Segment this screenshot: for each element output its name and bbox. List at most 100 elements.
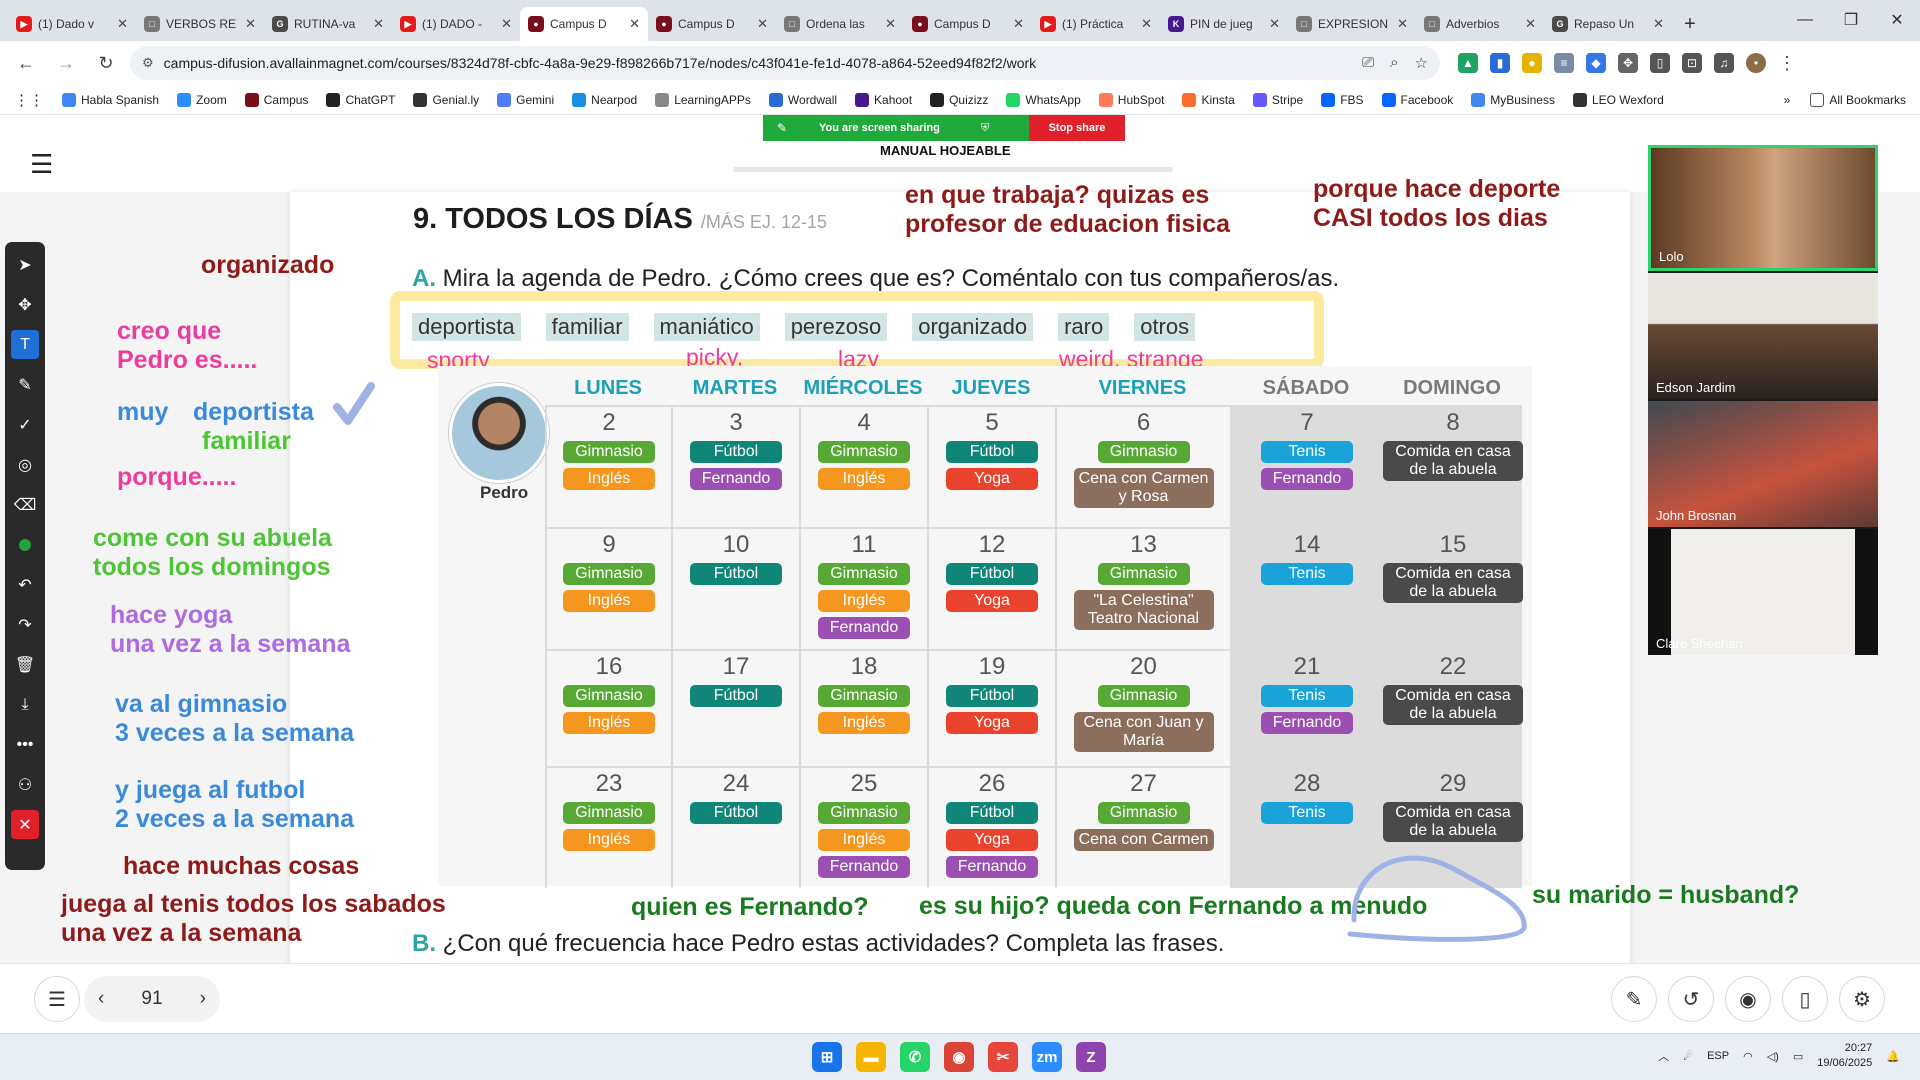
tab-close-icon[interactable]: ✕: [117, 16, 128, 32]
apps-grid-icon[interactable]: ⋮⋮: [14, 91, 44, 109]
redo-tool-icon[interactable]: ↷: [11, 610, 39, 639]
browser-tab[interactable]: □ Adverbios ✕: [1416, 7, 1544, 41]
browser-tab[interactable]: ▶ (1) Dado v ✕: [8, 7, 136, 41]
notes-button[interactable]: ✎: [1611, 976, 1657, 1022]
delete-extension-icon[interactable]: ▯: [1650, 53, 1670, 73]
start-icon[interactable]: ⊞: [812, 1042, 842, 1072]
clock[interactable]: 20:27 19/06/2025: [1817, 1041, 1872, 1071]
language-indicator[interactable]: ESP: [1707, 1050, 1729, 1062]
restore-button[interactable]: ❐: [1828, 0, 1874, 40]
browser-tab[interactable]: ● Campus D ✕: [520, 7, 648, 41]
whatsapp-icon[interactable]: ✆: [900, 1042, 930, 1072]
bookmark-item[interactable]: Genial.ly: [413, 92, 479, 107]
file-explorer-icon[interactable]: ▬: [856, 1042, 886, 1072]
view-button[interactable]: ◉: [1725, 976, 1771, 1022]
bookmark-item[interactable]: Campus: [244, 92, 308, 107]
minimize-button[interactable]: —: [1782, 0, 1828, 40]
bookmark-item[interactable]: FBS: [1321, 92, 1364, 107]
browser-tab[interactable]: □ EXPRESION ✕: [1288, 7, 1416, 41]
zoom-icon[interactable]: zm: [1032, 1042, 1062, 1072]
tab-close-icon[interactable]: ✕: [757, 16, 768, 32]
profile-avatar[interactable]: •: [1746, 53, 1766, 73]
browser-tab[interactable]: □ VERBOS RE ✕: [136, 7, 264, 41]
page-number[interactable]: 91: [141, 988, 162, 1010]
bookmark-item[interactable]: WhatsApp: [1006, 92, 1081, 107]
tray-chevron-icon[interactable]: ︿: [1658, 1048, 1669, 1064]
participant-tool-icon[interactable]: ⚇: [11, 770, 39, 799]
tab-close-icon[interactable]: ✕: [1653, 16, 1664, 32]
address-bar[interactable]: ⚙ campus-difusion.avallainmagnet.com/cou…: [130, 46, 1440, 80]
tab-close-icon[interactable]: ✕: [373, 16, 384, 32]
note-app-icon[interactable]: Z: [1076, 1042, 1106, 1072]
touch-icon[interactable]: ☄: [1683, 1050, 1693, 1063]
tab-close-icon[interactable]: ✕: [885, 16, 896, 32]
pen-tool-icon[interactable]: ✎: [11, 370, 39, 399]
snipping-tool-icon[interactable]: ✂: [988, 1042, 1018, 1072]
close-window-button[interactable]: ✕: [1874, 0, 1920, 40]
puzzle-extensions-icon[interactable]: ✥: [1618, 53, 1638, 73]
bookmark-item[interactable]: HubSpot: [1098, 92, 1164, 107]
stop-share-button[interactable]: Stop share: [1029, 115, 1125, 141]
save-tool-icon[interactable]: ⤓: [11, 690, 39, 719]
notification-bell-icon[interactable]: 🔔: [1886, 1050, 1900, 1063]
media-control-icon[interactable]: ♫: [1714, 53, 1734, 73]
tab-close-icon[interactable]: ✕: [629, 16, 640, 32]
tab-close-icon[interactable]: ✕: [1013, 16, 1024, 32]
battery-icon[interactable]: ▭: [1793, 1050, 1803, 1063]
chrome-extension-icon[interactable]: ●: [1522, 53, 1542, 73]
browser-tab[interactable]: ● Campus D ✕: [648, 7, 776, 41]
reset-button[interactable]: ↺: [1668, 976, 1714, 1022]
all-bookmarks-button[interactable]: All Bookmarks: [1810, 92, 1906, 107]
more-tools-icon[interactable]: •••: [11, 730, 39, 759]
bookmark-item[interactable]: Kahoot: [855, 92, 912, 107]
bookmark-item[interactable]: Stripe: [1252, 92, 1303, 107]
participant-tile-john[interactable]: John Brosnan: [1648, 401, 1878, 527]
browser-tab[interactable]: ▶ (1) Práctica ✕: [1032, 7, 1160, 41]
eraser-tool-icon[interactable]: ⌫: [11, 490, 39, 519]
bookmark-item[interactable]: LEO Wexford: [1572, 92, 1664, 107]
bookmark-item[interactable]: Kinsta: [1182, 92, 1235, 107]
code-extension-icon[interactable]: ≡: [1554, 53, 1574, 73]
color-picker-icon[interactable]: [11, 530, 39, 559]
browser-tab[interactable]: □ Ordena las ✕: [776, 7, 904, 41]
reload-button[interactable]: ↻: [90, 47, 122, 79]
clear-tool-icon[interactable]: 🗑: [11, 650, 39, 679]
cast-icon[interactable]: ⎚: [1362, 54, 1374, 72]
close-annotation-icon[interactable]: ✕: [11, 810, 39, 839]
tab-close-icon[interactable]: ✕: [1141, 16, 1152, 32]
spotlight-tool-icon[interactable]: ◎: [11, 450, 39, 479]
volume-icon[interactable]: ◁): [1767, 1050, 1779, 1063]
drive-extension-icon[interactable]: ▲: [1458, 53, 1478, 73]
hamburger-menu-icon[interactable]: ☰: [30, 149, 53, 180]
more-bookmarks-icon[interactable]: »: [1784, 93, 1791, 107]
bookmark-item[interactable]: Zoom: [177, 92, 227, 107]
text-tool-icon[interactable]: T: [11, 330, 39, 359]
bookmark-item[interactable]: Nearpod: [572, 92, 637, 107]
browser-menu-icon[interactable]: ⋮: [1778, 53, 1796, 74]
tab-close-icon[interactable]: ✕: [1525, 16, 1536, 32]
new-tab-button[interactable]: +: [1676, 10, 1704, 38]
browser-tab[interactable]: K PIN de jueg ✕: [1160, 7, 1288, 41]
forward-button[interactable]: →: [50, 47, 82, 79]
tag-extension-icon[interactable]: ◆: [1586, 53, 1606, 73]
back-button[interactable]: ←: [10, 47, 42, 79]
bookmark-star-icon[interactable]: ☆: [1415, 54, 1428, 72]
bookmark-item[interactable]: Quizizz: [930, 92, 988, 107]
share-pin-icon[interactable]: ✎: [777, 121, 787, 135]
browser-tab[interactable]: ● Campus D ✕: [904, 7, 1032, 41]
tab-close-icon[interactable]: ✕: [1269, 16, 1280, 32]
wifi-icon[interactable]: ◠: [1743, 1050, 1753, 1063]
participant-tile-edson[interactable]: Edson Jardim: [1648, 273, 1878, 399]
tab-close-icon[interactable]: ✕: [245, 16, 256, 32]
trash-extension-icon[interactable]: ▮: [1490, 53, 1510, 73]
move-tool-icon[interactable]: ✥: [11, 290, 39, 319]
select-tool-icon[interactable]: ➤: [11, 250, 39, 279]
tab-close-icon[interactable]: ✕: [501, 16, 512, 32]
next-page-button[interactable]: ›: [200, 988, 206, 1010]
toc-button[interactable]: ☰: [34, 976, 80, 1022]
participant-tile-clare[interactable]: Clare Sheehan: [1648, 529, 1878, 655]
browser-tab[interactable]: ▶ (1) DADO - ✕: [392, 7, 520, 41]
zoom-icon[interactable]: ⌕: [1390, 54, 1398, 72]
bookmark-item[interactable]: MyBusiness: [1471, 92, 1555, 107]
browser-tab[interactable]: G Repaso Un ✕: [1544, 7, 1672, 41]
